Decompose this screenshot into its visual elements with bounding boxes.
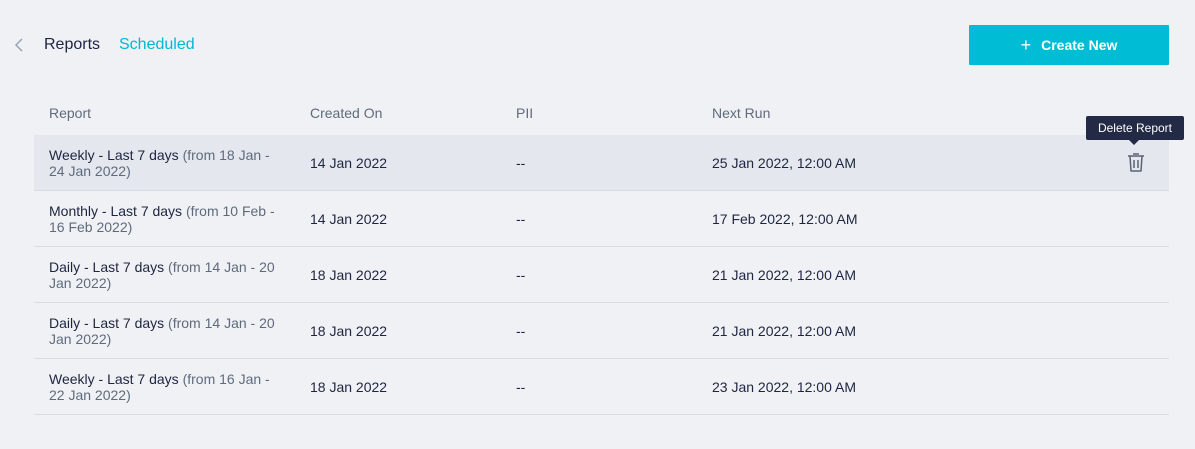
- breadcrumb-scheduled: Scheduled: [119, 36, 195, 53]
- created-on-cell: 18 Jan 2022: [310, 267, 388, 283]
- column-header-next-run: Next Run: [712, 105, 771, 121]
- created-on-cell: 14 Jan 2022: [310, 155, 388, 171]
- report-name: Monthly - Last 7 days: [49, 203, 183, 219]
- report-name-cell: Daily - Last 7 days (from 14 Jan - 20 Ja…: [49, 259, 279, 291]
- next-run-cell: 17 Feb 2022, 12:00 AM: [712, 211, 858, 227]
- header-bar: Reports Scheduled + Create New: [0, 0, 1195, 90]
- report-name: Daily - Last 7 days: [49, 259, 165, 275]
- create-new-button[interactable]: + Create New: [969, 25, 1169, 65]
- table-row[interactable]: Monthly - Last 7 days (from 10 Feb - 16 …: [34, 191, 1169, 247]
- report-name-cell: Weekly - Last 7 days (from 18 Jan - 24 J…: [49, 147, 279, 179]
- created-on-cell: 18 Jan 2022: [310, 323, 388, 339]
- column-header-created-on: Created On: [310, 105, 383, 121]
- chevron-left-icon[interactable]: [12, 36, 28, 54]
- created-on-cell: 14 Jan 2022: [310, 211, 388, 227]
- report-name-cell: Daily - Last 7 days (from 14 Jan - 20 Ja…: [49, 315, 279, 347]
- breadcrumb-reports[interactable]: Reports: [44, 36, 100, 54]
- next-run-cell: 25 Jan 2022, 12:00 AM: [712, 155, 856, 171]
- report-name: Weekly - Last 7 days: [49, 371, 179, 387]
- trash-icon[interactable]: [1126, 151, 1146, 173]
- pii-cell: --: [516, 155, 526, 171]
- report-name-cell: Monthly - Last 7 days (from 10 Feb - 16 …: [49, 203, 279, 235]
- pii-cell: --: [516, 211, 526, 227]
- table-header: Report Created On PII Next Run: [34, 95, 1169, 135]
- create-new-label: Create New: [1041, 37, 1118, 53]
- report-name: Daily - Last 7 days: [49, 315, 165, 331]
- next-run-cell: 23 Jan 2022, 12:00 AM: [712, 379, 856, 395]
- column-header-pii: PII: [516, 105, 534, 121]
- table-row[interactable]: Daily - Last 7 days (from 14 Jan - 20 Ja…: [34, 303, 1169, 359]
- pii-cell: --: [516, 267, 526, 283]
- table-row[interactable]: Weekly - Last 7 days (from 18 Jan - 24 J…: [34, 135, 1169, 191]
- created-on-cell: 18 Jan 2022: [310, 379, 388, 395]
- report-name: Weekly - Last 7 days: [49, 147, 179, 163]
- pii-cell: --: [516, 323, 526, 339]
- report-name-cell: Weekly - Last 7 days (from 16 Jan - 22 J…: [49, 371, 279, 403]
- table-row[interactable]: Weekly - Last 7 days (from 16 Jan - 22 J…: [34, 359, 1169, 415]
- plus-icon: +: [1020, 35, 1032, 55]
- next-run-cell: 21 Jan 2022, 12:00 AM: [712, 323, 856, 339]
- table-row[interactable]: Daily - Last 7 days (from 14 Jan - 20 Ja…: [34, 247, 1169, 303]
- pii-cell: --: [516, 379, 526, 395]
- delete-report-tooltip: Delete Report: [1086, 116, 1184, 145]
- reports-table: Report Created On PII Next Run Weekly - …: [34, 95, 1169, 415]
- column-header-report: Report: [49, 105, 92, 121]
- next-run-cell: 21 Jan 2022, 12:00 AM: [712, 267, 856, 283]
